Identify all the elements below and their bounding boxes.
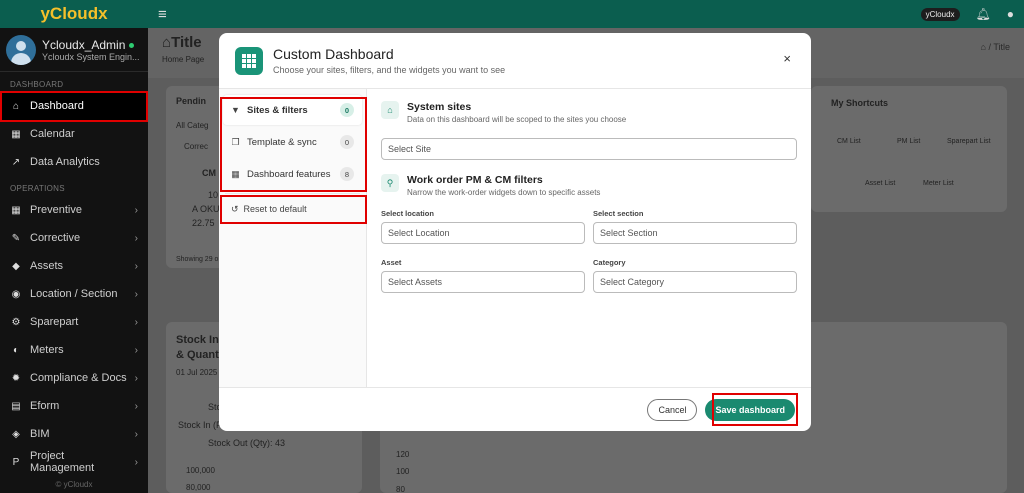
location-label: Select location bbox=[381, 209, 434, 218]
divider bbox=[225, 193, 360, 194]
cancel-button[interactable]: Cancel bbox=[647, 398, 698, 421]
sites-filters-panel: ⌂ System sites Data on this dashboard wi… bbox=[367, 89, 811, 387]
count-badge: 0 bbox=[340, 103, 354, 117]
save-dashboard-button[interactable]: Save dashboard bbox=[705, 398, 795, 421]
grid-icon: ▦ bbox=[231, 168, 240, 179]
home-icon: ⌂ bbox=[381, 101, 399, 119]
location-pin-icon: ⚲ bbox=[381, 174, 399, 192]
asset-label: Asset bbox=[381, 258, 402, 267]
custom-dashboard-modal: Custom Dashboard Choose your sites, filt… bbox=[219, 33, 811, 431]
copy-icon: ❐ bbox=[231, 136, 240, 147]
system-sites-header: ⌂ System sites Data on this dashboard wi… bbox=[381, 101, 797, 124]
modal-title: Custom Dashboard bbox=[273, 46, 394, 62]
site-select[interactable]: Select Site bbox=[381, 138, 797, 160]
system-sites-subtitle: Data on this dashboard will be scoped to… bbox=[407, 115, 627, 124]
modal-footer: Cancel Save dashboard bbox=[219, 387, 811, 431]
count-badge: 0 bbox=[340, 135, 354, 149]
modal-subtitle: Choose your sites, filters, and the widg… bbox=[273, 65, 506, 75]
asset-category-row: Asset Select Assets Category Select Cate… bbox=[381, 258, 797, 293]
tab-template-sync[interactable]: ❐ Template & sync 0 bbox=[223, 127, 362, 157]
location-section-row: Select location Select Location Select s… bbox=[381, 209, 797, 244]
reset-to-default-button[interactable]: ↺ Reset to default bbox=[223, 198, 362, 220]
modal-header: Custom Dashboard Choose your sites, filt… bbox=[219, 33, 811, 89]
workorder-title: Work order PM & CM filters bbox=[407, 174, 543, 186]
category-label: Category bbox=[593, 258, 626, 267]
close-icon[interactable]: × bbox=[783, 51, 791, 66]
app-root: yCloudx Ycloudx_Admin Ycloudx System Eng… bbox=[0, 0, 1024, 493]
dashboard-grid-icon bbox=[235, 46, 263, 75]
section-label: Select section bbox=[593, 209, 644, 218]
workorder-subtitle: Narrow the work-order widgets down to sp… bbox=[407, 188, 601, 197]
tab-sites-filters[interactable]: ▼ Sites & filters 0 bbox=[223, 95, 362, 125]
location-select[interactable]: Select Location bbox=[381, 222, 585, 244]
asset-select[interactable]: Select Assets bbox=[381, 271, 585, 293]
tab-dashboard-features[interactable]: ▦ Dashboard features 8 bbox=[223, 159, 362, 189]
modal-body: ▼ Sites & filters 0 ❐ Template & sync 0 … bbox=[219, 89, 811, 387]
system-sites-title: System sites bbox=[407, 101, 472, 113]
category-select[interactable]: Select Category bbox=[593, 271, 797, 293]
section-select[interactable]: Select Section bbox=[593, 222, 797, 244]
reset-icon: ↺ bbox=[231, 203, 239, 214]
workorder-header: ⚲ Work order PM & CM filters Narrow the … bbox=[381, 174, 797, 197]
filter-icon: ▼ bbox=[231, 105, 240, 115]
count-badge: 8 bbox=[340, 167, 354, 181]
modal-side-nav: ▼ Sites & filters 0 ❐ Template & sync 0 … bbox=[219, 89, 367, 387]
